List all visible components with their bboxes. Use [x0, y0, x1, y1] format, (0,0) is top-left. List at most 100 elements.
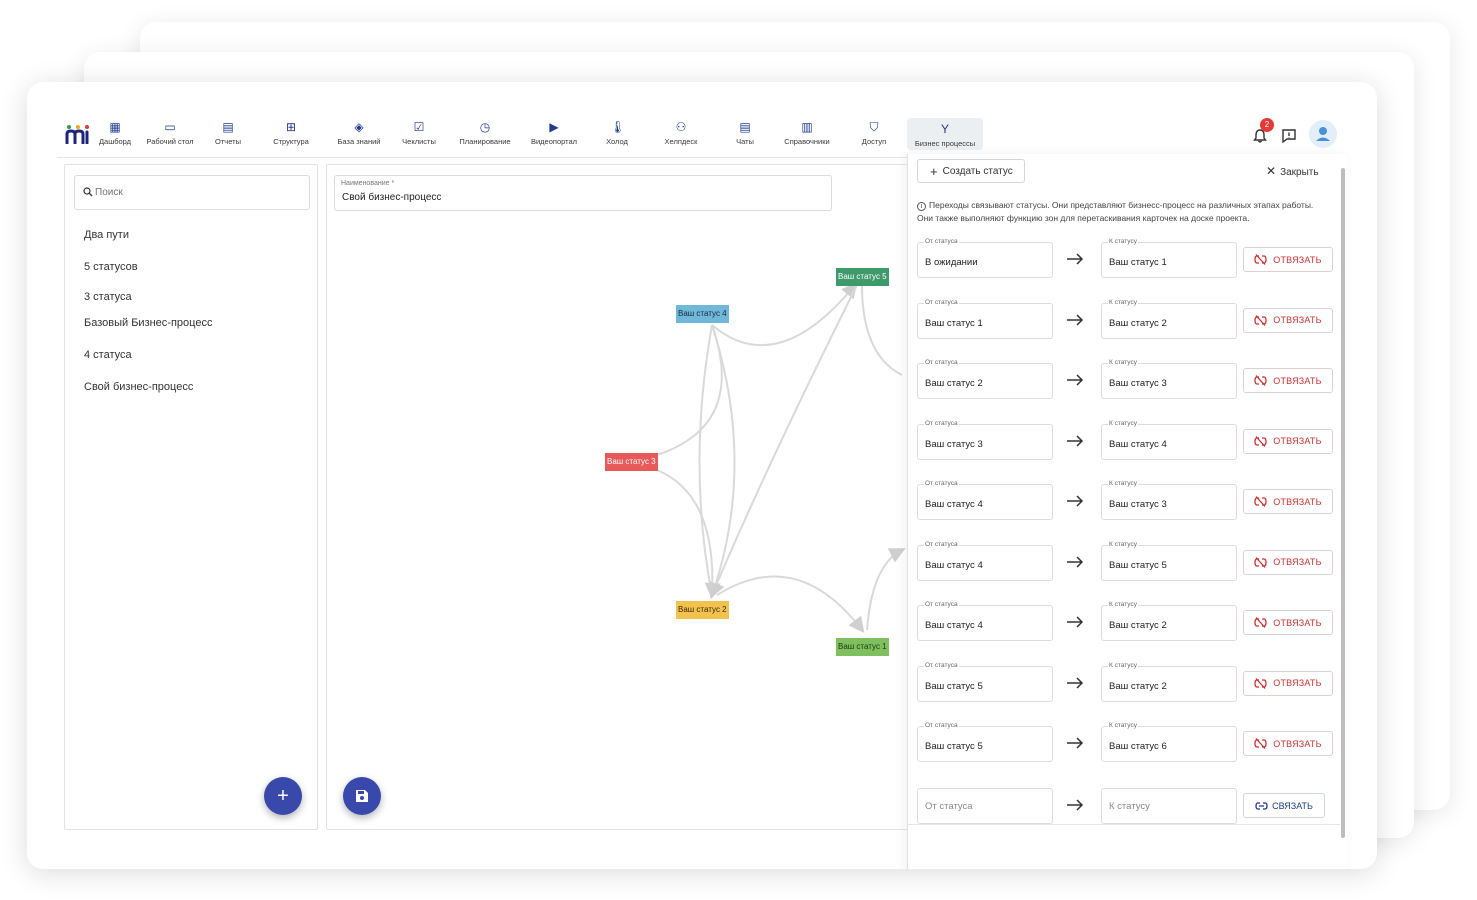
search-icon [83, 187, 93, 197]
to-status-field[interactable]: К статусу Ваш статус 2 [1101, 601, 1237, 641]
process-item[interactable]: 3 статуса [84, 291, 132, 303]
from-status-field[interactable]: От статуса Ваш статус 1 [917, 298, 1053, 339]
unlink-button[interactable]: ОТВЯЗАТЬ [1243, 670, 1333, 696]
to-status-field[interactable]: К статусу Ваш статус 6 [1101, 722, 1237, 762]
process-item[interactable]: Свой бизнес-процесс [84, 381, 193, 393]
nav-item-laptop[interactable]: ▭ Рабочий стол [139, 120, 201, 154]
scrollbar[interactable] [1341, 168, 1345, 838]
nav-item-video[interactable]: ▶ Видеопортал [528, 120, 580, 154]
to-status-field[interactable]: К статусу Ваш статус 2 [1101, 298, 1237, 339]
to-status-value: Ваш статус 5 [1109, 559, 1167, 571]
from-status-field[interactable]: От статуса Ваш статус 4 [917, 540, 1053, 581]
transition-row: От статуса Ваш статус 4 К статусу Ваш стату… [917, 480, 1347, 520]
search-input[interactable] [95, 176, 295, 209]
user-avatar[interactable] [1309, 120, 1337, 148]
from-status-label: От статуса [924, 480, 959, 487]
plus-icon: + [930, 163, 938, 179]
to-status-label: К статусу [1108, 359, 1138, 366]
from-status-value: Ваш статус 4 [925, 620, 983, 631]
nav-item-clock[interactable]: ◷ Планирование [456, 120, 514, 154]
to-status-value: Ваш статус 6 [1109, 741, 1167, 752]
nav-item-fork[interactable]: Y Бизнес процессы [907, 118, 983, 150]
unlink-button[interactable]: ОТВЯЗАТЬ [1243, 368, 1333, 393]
process-item[interactable]: Два пути [84, 229, 129, 241]
to-status-label: К статусу [1108, 601, 1138, 608]
process-item[interactable]: 4 статуса [84, 349, 132, 361]
from-status-field[interactable]: От статуса Ваш статус 5 [917, 661, 1053, 702]
create-status-button[interactable]: + Создать статус [917, 159, 1025, 183]
unlink-button[interactable]: ОТВЯЗАТЬ [1243, 428, 1333, 454]
unlink-button[interactable]: ОТВЯЗАТЬ [1243, 489, 1333, 514]
unlink-button[interactable]: ОТВЯЗАТЬ [1243, 247, 1333, 272]
to-status-field[interactable]: К статусу Ваш статус 3 [1101, 480, 1237, 520]
unlink-button[interactable]: ОТВЯЗАТЬ [1243, 549, 1333, 575]
nav-item-structure[interactable]: ⊞ Структура [271, 120, 311, 154]
process-item[interactable]: Базовый Бизнес-процесс [84, 317, 212, 329]
nav-item-graduation-cap[interactable]: ◈ База знаний [333, 120, 385, 154]
edge-3-2 [656, 469, 721, 599]
from-status-field[interactable]: От статуса Ваш статус 3 [917, 419, 1053, 460]
feedback-message-icon[interactable] [1281, 128, 1297, 144]
from-status-field[interactable]: От статуса Ваш статус 5 [917, 722, 1053, 762]
nav-item-shield[interactable]: ⛉ Доступ [859, 120, 889, 154]
add-process-button[interactable]: + [264, 777, 302, 815]
to-status-field[interactable]: К статусу Ваш статус 5 [1101, 540, 1237, 581]
from-status-field[interactable]: От статуса Ваш статус 4 [917, 601, 1053, 641]
close-panel-button[interactable]: ✕ Закрыть [1266, 164, 1319, 178]
nav-item-label: Чеклисты [402, 137, 436, 146]
nav-item-report[interactable]: ▤ Отчеты [213, 120, 243, 154]
thermometer-icon: 🌡 [610, 120, 626, 134]
status-node-1[interactable]: Ваш статус 1 [836, 638, 889, 656]
transition-row: От статуса Ваш статус 4 К статусу Ваш стату… [917, 601, 1347, 641]
arrow-right-icon [1067, 313, 1084, 326]
nav-item-thermometer[interactable]: 🌡 Холод [604, 120, 630, 154]
unlink-label: ОТВЯЗАТЬ [1273, 557, 1322, 567]
to-status-field[interactable]: К статусу Ваш статус 3 [1101, 359, 1237, 399]
status-node-5[interactable]: Ваш статус 5 [836, 268, 889, 286]
process-item[interactable]: 5 статусов [84, 261, 138, 273]
from-status-label: От статуса [924, 298, 959, 306]
search-box [74, 175, 310, 210]
from-status-label: От статуса [924, 419, 959, 427]
to-status-field[interactable]: К статусу Ваш статус 2 [1101, 661, 1237, 702]
unlink-button[interactable]: ОТВЯЗАТЬ [1243, 610, 1333, 635]
link-button[interactable]: СВЯЗАТЬ [1243, 793, 1325, 818]
nav-item-helpdesk[interactable]: ⚇ Хелпдеск [661, 120, 701, 154]
clock-icon: ◷ [479, 120, 491, 134]
new-from-status-field[interactable]: От статуса [917, 788, 1053, 824]
from-status-label: От статуса [924, 661, 959, 669]
nav-item-dashboard[interactable]: ▦ Дашборд [99, 120, 131, 154]
status-node-4[interactable]: Ваш статус 4 [676, 305, 729, 323]
laptop-icon: ▭ [164, 120, 176, 134]
graduation-cap-icon: ◈ [354, 120, 364, 134]
notifications-count-badge: 2 [1260, 118, 1274, 132]
to-status-label: К статусу [1108, 419, 1138, 427]
app-window: ▦ Дашборд ▭ Рабочий стол ▤ Отчеты ⊞ Структура ◈ Б… [27, 82, 1377, 869]
from-status-field[interactable]: От статуса Ваш статус 4 [917, 480, 1053, 520]
transition-row: От статуса Ваш статус 5 К статусу Ваш стату… [917, 661, 1347, 702]
edge-4-2 [708, 324, 736, 599]
from-status-field[interactable]: От статуса Ваш статус 2 [917, 359, 1053, 399]
from-status-field[interactable]: От статуса В ожидании [917, 238, 1053, 278]
to-status-value: Ваш статус 1 [1109, 257, 1167, 268]
to-status-field[interactable]: К статусу Ваш статус 1 [1101, 238, 1237, 278]
nav-item-chat[interactable]: ▤ Чаты [732, 120, 758, 154]
nav-item-book[interactable]: ▥ Справочники [781, 120, 833, 154]
status-node-2[interactable]: Ваш статус 2 [676, 601, 729, 619]
to-status-value: Ваш статус 3 [1109, 499, 1167, 510]
unlink-label: ОТВЯЗАТЬ [1273, 375, 1322, 386]
status-node-3[interactable]: Ваш статус 3 [605, 453, 658, 471]
arrow-right-icon [1067, 737, 1084, 749]
arrow-right-icon [1067, 799, 1084, 811]
to-status-value: Ваш статус 3 [1109, 378, 1167, 389]
to-status-field[interactable]: К статусу Ваш статус 4 [1101, 419, 1237, 460]
unlink-button[interactable]: ОТВЯЗАТЬ [1243, 731, 1333, 756]
from-status-value: Ваш статус 5 [925, 680, 983, 692]
new-to-status-field[interactable]: К статусу [1101, 788, 1237, 824]
save-button[interactable] [343, 777, 381, 815]
nav-item-checklist[interactable]: ☑ Чеклисты [399, 120, 439, 154]
unlink-button[interactable]: ОТВЯЗАТЬ [1243, 307, 1333, 333]
top-navigation: ▦ Дашборд ▭ Рабочий стол ▤ Отчеты ⊞ Структура ◈ Б… [57, 118, 1347, 158]
from-status-value: В ожидании [925, 257, 978, 268]
transition-row: От статуса Ваш статус 5 К статусу Ваш стату… [917, 722, 1347, 762]
